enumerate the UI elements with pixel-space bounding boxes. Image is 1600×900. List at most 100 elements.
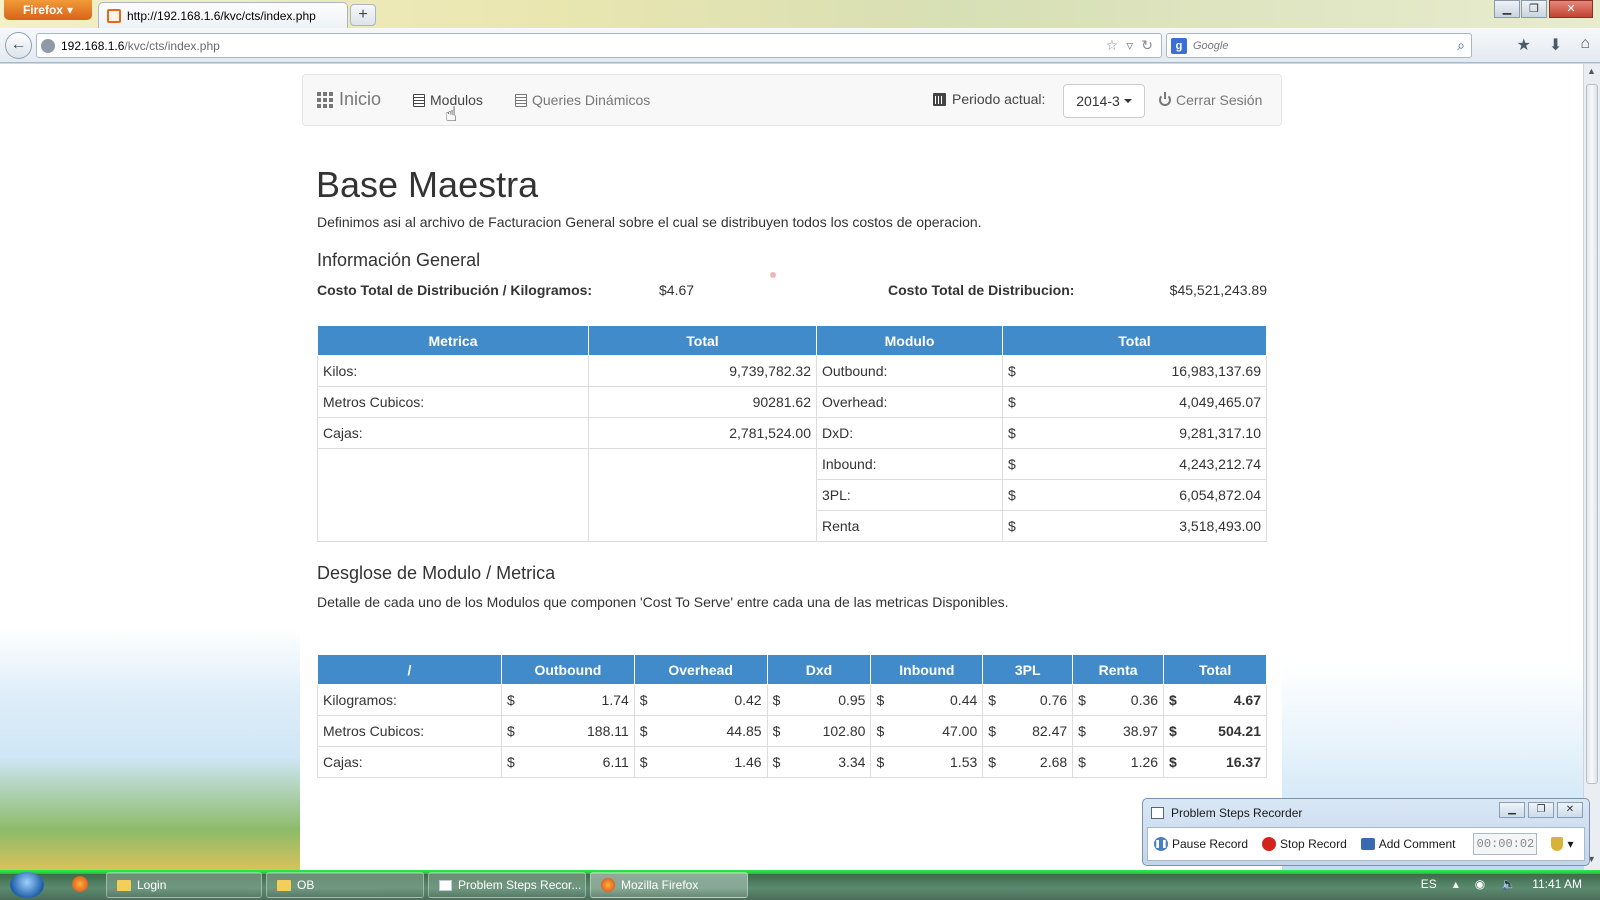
module-name: Outbound: (816, 355, 1003, 387)
loading-dot (770, 272, 776, 278)
currency-symbol: $ (500, 715, 536, 747)
nav-brand-inicio[interactable]: Inicio (317, 89, 381, 110)
pause-record-button[interactable]: ❚❚ Pause Record (1154, 837, 1248, 851)
globe-icon (41, 38, 55, 53)
col-header: Total (1163, 654, 1267, 685)
col-header: / (317, 654, 502, 685)
module-name: 3PL: (816, 479, 1003, 511)
empty-cell (317, 448, 589, 542)
task-label: Mozilla Firefox (621, 878, 699, 892)
psr-close-button[interactable]: ✕ (1557, 802, 1583, 818)
firefox-menu-button[interactable]: Firefox ▾ (4, 0, 92, 20)
currency-symbol: $ (870, 715, 903, 747)
volume-icon[interactable]: 🔈 (1501, 877, 1516, 891)
metric-name: Cajas: (317, 746, 502, 778)
cost-per-kg-label: Costo Total de Distribución / Kilogramos… (317, 282, 593, 298)
vertical-scrollbar[interactable]: ▲ ▼ (1583, 64, 1600, 870)
scroll-up-icon[interactable]: ▲ (1587, 66, 1596, 76)
stop-record-button[interactable]: Stop Record (1262, 837, 1347, 851)
taskbar-item-psr[interactable]: Problem Steps Recor... (428, 872, 586, 898)
taskbar-item-ob[interactable]: OB (266, 872, 424, 898)
col-header: Total (1002, 325, 1267, 356)
network-icon[interactable]: ◉ (1475, 877, 1485, 891)
psr-minimize-button[interactable]: ▁ (1499, 802, 1525, 818)
row-total: 504.21 (1189, 715, 1267, 747)
back-button[interactable]: ← (5, 32, 32, 59)
col-header: Dxd (766, 654, 872, 685)
period-label-text: Periodo actual: (952, 91, 1046, 107)
cell-value: 47.00 (902, 715, 984, 747)
clock[interactable]: 11:41 AM (1532, 877, 1582, 891)
cell-value: 3.34 (793, 746, 872, 778)
add-comment-button[interactable]: Add Comment (1360, 837, 1456, 851)
metric-name: Cajas: (317, 417, 589, 449)
nav-link-queries[interactable]: Queries Dinámicos (515, 92, 650, 108)
cell-value: 1.46 (672, 746, 768, 778)
calendar-icon (933, 92, 946, 106)
close-button[interactable]: ✕ (1549, 0, 1593, 18)
cell-value: 44.85 (672, 715, 768, 747)
psr-app-icon (1151, 807, 1164, 819)
tray-expand-icon[interactable]: ▴ (1453, 877, 1459, 891)
google-icon[interactable]: g (1171, 37, 1187, 54)
currency-symbol: $ (1072, 746, 1099, 778)
start-button[interactable] (10, 872, 44, 898)
total-cost-value: $45,521,243.89 (1169, 282, 1267, 298)
url-bar[interactable]: 192.168.1.6 /kvc/cts/index.php ☆ ▿ ↻ (36, 33, 1162, 58)
currency-symbol: $ (870, 684, 903, 716)
currency-symbol: $ (1002, 479, 1023, 511)
period-dropdown[interactable]: 2014-3 (1063, 84, 1145, 118)
psr-help-dropdown[interactable]: ▾ (1551, 837, 1573, 851)
firefox-pinned-icon[interactable] (72, 876, 88, 892)
reload-icon[interactable]: ↻ (1141, 37, 1153, 54)
bookmarks-icon[interactable]: ★ (1517, 35, 1531, 55)
col-header: Renta (1072, 654, 1165, 685)
psr-timer: 00:00:02 (1473, 833, 1538, 855)
metric-name: Metros Cubicos: (317, 715, 502, 747)
module-total: 9,281,317.10 (1022, 417, 1267, 449)
currency-symbol: $ (982, 684, 1009, 716)
logout-link[interactable]: Cerrar Sesión (1159, 92, 1262, 108)
cell-value: 6.11 (535, 746, 635, 778)
windows-taskbar: Login OB Problem Steps Recor... Mozilla … (0, 870, 1600, 900)
psr-maximize-button[interactable]: ❐ (1528, 802, 1554, 818)
logout-label: Cerrar Sesión (1176, 92, 1263, 108)
psr-title: Problem Steps Recorder (1171, 806, 1303, 820)
chevron-down-icon: ▾ (66, 3, 74, 17)
cell-value: 1.74 (535, 684, 635, 716)
add-comment-label: Add Comment (1378, 837, 1456, 851)
history-dropdown-icon[interactable]: ▿ (1126, 37, 1133, 54)
currency-symbol: $ (1072, 684, 1099, 716)
bookmark-star-icon[interactable]: ☆ (1106, 37, 1119, 54)
currency-symbol: $ (1163, 746, 1190, 778)
page-title: Base Maestra (316, 164, 539, 205)
table-row: Metros Cubicos: 90281.62 Overhead: $ 4,0… (317, 386, 1267, 418)
firefox-icon (601, 878, 615, 892)
tab-title: http://192.168.1.6/kvc/cts/index.php (127, 8, 316, 23)
language-indicator[interactable]: ES (1421, 877, 1437, 891)
home-icon[interactable]: ⌂ (1580, 35, 1590, 55)
scrollbar-thumb[interactable] (1586, 84, 1598, 784)
currency-symbol: $ (766, 715, 794, 747)
cell-value: 38.97 (1098, 715, 1165, 747)
stop-icon (1262, 837, 1277, 851)
brand-label: Inicio (339, 89, 382, 109)
row-total: 4.67 (1189, 684, 1267, 716)
search-icon[interactable]: ⌕ (1457, 37, 1465, 54)
currency-symbol: $ (1163, 684, 1190, 716)
hand-cursor-icon: ☝ (445, 104, 458, 126)
firefox-menu-label: Firefox (22, 3, 63, 17)
currency-symbol: $ (500, 746, 536, 778)
taskbar-item-login[interactable]: Login (106, 872, 262, 898)
search-bar[interactable]: g Google ⌕ (1166, 33, 1472, 58)
tab-bar: Firefox ▾ http://192.168.1.6/kvc/cts/ind… (0, 0, 1600, 28)
minimize-button[interactable]: ▁ (1494, 0, 1520, 18)
taskbar-item-firefox[interactable]: Mozilla Firefox (590, 872, 748, 898)
restore-button[interactable]: ❐ (1521, 0, 1547, 18)
browser-tab[interactable]: http://192.168.1.6/kvc/cts/index.php (98, 2, 348, 28)
new-tab-button[interactable]: + (350, 4, 376, 26)
period-value: 2014-3 (1076, 93, 1120, 109)
download-icon[interactable]: ⬇ (1549, 35, 1562, 55)
chevron-down-icon: ▾ (1567, 837, 1574, 851)
comment-icon (1360, 838, 1375, 850)
